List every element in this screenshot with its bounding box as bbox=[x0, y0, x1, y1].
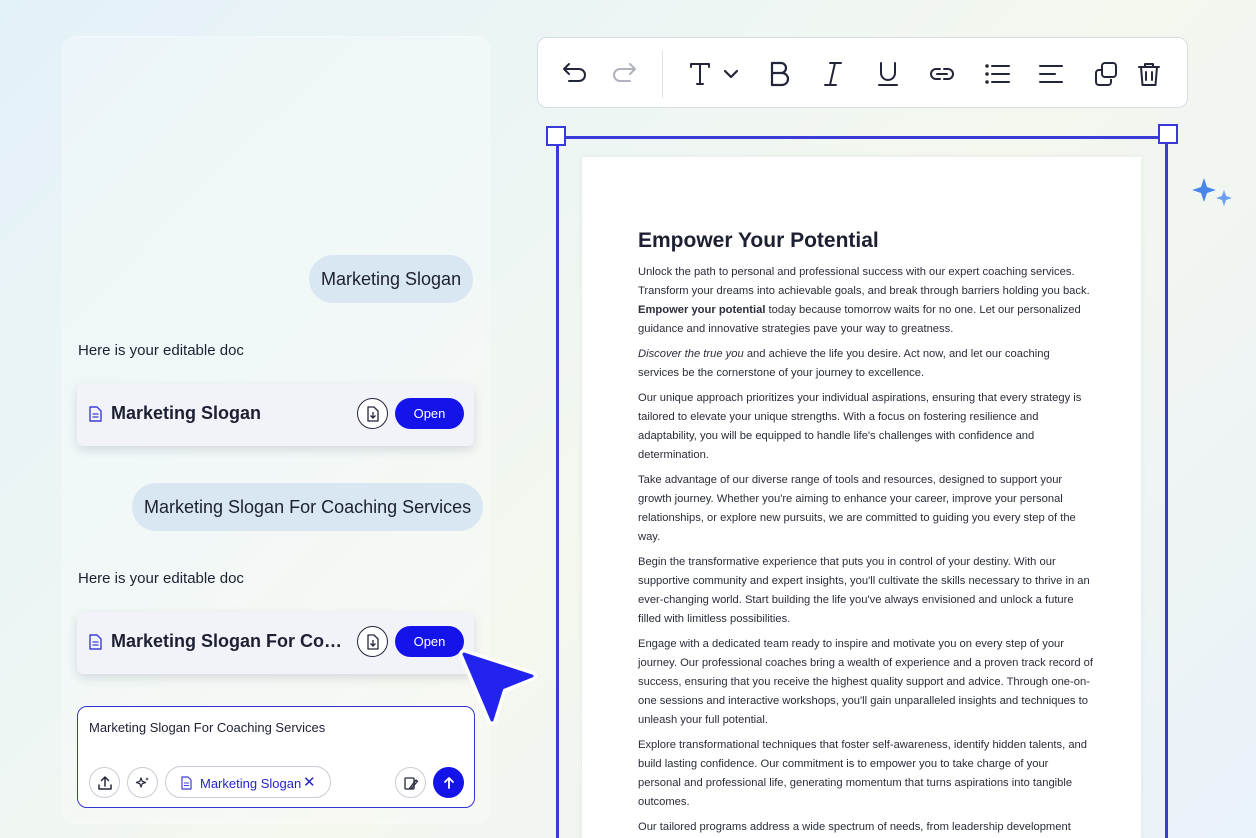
image-style-icon bbox=[403, 776, 418, 790]
user-message-text: Marketing Slogan For Coaching Services bbox=[144, 497, 472, 517]
download-doc-icon bbox=[366, 405, 379, 422]
resize-handle-top-right[interactable] bbox=[1158, 124, 1178, 144]
assistant-message-text: Here is your editable doc bbox=[78, 342, 244, 359]
pointer-cursor-icon bbox=[459, 649, 537, 725]
document-icon bbox=[89, 406, 102, 422]
sparkle-icon bbox=[135, 776, 149, 788]
text-style-dropdown[interactable] bbox=[685, 60, 745, 88]
align-icon bbox=[1039, 65, 1063, 83]
formatting-toolbar bbox=[537, 37, 1188, 108]
user-message-text: Marketing Slogan bbox=[321, 269, 462, 289]
redo-button[interactable] bbox=[610, 60, 638, 88]
italic-button[interactable] bbox=[819, 60, 847, 88]
text-style-icon bbox=[690, 63, 739, 85]
toolbar-divider bbox=[662, 50, 663, 98]
doc-card-title: Marketing Slogan bbox=[111, 403, 262, 423]
delete-button[interactable] bbox=[1135, 60, 1163, 88]
send-button[interactable] bbox=[433, 767, 464, 798]
sparkle-icon bbox=[1192, 178, 1232, 206]
assistant-message-text: Here is your editable doc bbox=[78, 570, 244, 587]
open-doc-button[interactable]: Open bbox=[395, 398, 464, 429]
link-icon bbox=[930, 68, 954, 80]
undo-button[interactable] bbox=[561, 60, 589, 88]
delete-icon bbox=[1138, 63, 1160, 86]
user-message-bubble: Marketing Slogan For Coaching Services bbox=[132, 483, 484, 531]
user-message-bubble: Marketing Slogan bbox=[309, 255, 474, 303]
doc-card[interactable]: Marketing Slogan For Coaching Services O… bbox=[77, 612, 474, 674]
doc-card[interactable]: Marketing Slogan Open bbox=[77, 384, 474, 446]
duplicate-icon bbox=[1095, 62, 1117, 86]
bullet-list-icon bbox=[985, 64, 1010, 84]
chat-input-field[interactable]: Marketing Slogan For Coaching Services bbox=[89, 720, 325, 735]
chat-input-box[interactable]: Marketing Slogan For Coaching Services M… bbox=[77, 706, 475, 808]
arrow-up-icon bbox=[443, 776, 454, 789]
ai-magic-button[interactable] bbox=[127, 767, 158, 798]
selection-frame bbox=[556, 136, 1168, 838]
duplicate-button[interactable] bbox=[1092, 60, 1120, 88]
remove-chip-icon[interactable]: ✕ bbox=[303, 773, 316, 791]
undo-icon bbox=[563, 63, 586, 82]
upload-icon bbox=[97, 775, 112, 790]
doc-card-title: Marketing Slogan For Coaching Services bbox=[111, 631, 349, 651]
bold-icon bbox=[770, 61, 790, 87]
download-doc-icon bbox=[366, 633, 379, 650]
download-doc-button[interactable] bbox=[357, 626, 388, 657]
underline-button[interactable] bbox=[874, 60, 902, 88]
upload-button[interactable] bbox=[89, 767, 120, 798]
template-button[interactable] bbox=[395, 767, 426, 798]
open-doc-button[interactable]: Open bbox=[395, 626, 464, 657]
redo-icon bbox=[613, 63, 636, 82]
chip-label: Marketing Slogan bbox=[200, 776, 302, 791]
document-icon bbox=[181, 776, 192, 790]
attached-doc-chip[interactable]: Marketing Slogan ✕ bbox=[165, 766, 331, 798]
bullet-list-button[interactable] bbox=[983, 60, 1011, 88]
resize-handle-top-left[interactable] bbox=[546, 126, 566, 146]
align-button[interactable] bbox=[1037, 60, 1065, 88]
italic-icon bbox=[824, 62, 842, 86]
link-button[interactable] bbox=[928, 60, 956, 88]
document-icon bbox=[89, 634, 102, 650]
underline-icon bbox=[878, 62, 898, 86]
download-doc-button[interactable] bbox=[357, 398, 388, 429]
bold-button[interactable] bbox=[765, 60, 793, 88]
